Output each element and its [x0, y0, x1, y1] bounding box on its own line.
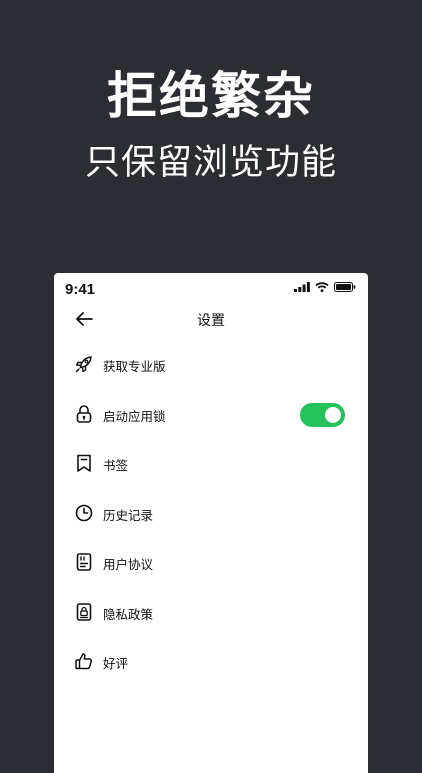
menu-item-bookmarks[interactable]: 书签 — [54, 440, 368, 490]
menu-item-label: 用户协议 — [103, 557, 154, 572]
status-bar: 9:41 — [54, 273, 368, 303]
thumbs-up-icon — [74, 651, 94, 671]
promo-subline: 只保留浏览功能 — [84, 143, 337, 183]
signal-icon — [294, 282, 310, 292]
status-icons — [294, 282, 356, 292]
page-title: 设置 — [197, 313, 225, 329]
menu-item-label: 启动应用锁 — [103, 408, 166, 424]
phone-screen: 9:41 设置 获取专业版 启动应用锁 书签 历史记录 用户协议 隐私政策 好评 — [54, 273, 368, 773]
privacy-lock-icon — [74, 602, 94, 622]
wifi-icon — [315, 282, 329, 292]
clock-icon — [74, 503, 94, 523]
menu-item-history[interactable]: 历史记录 — [54, 490, 368, 540]
menu-item-user-agreement[interactable]: 用户协议 — [54, 539, 368, 589]
rocket-icon — [74, 354, 94, 374]
lock-icon — [74, 404, 94, 424]
toggle-knob — [325, 406, 341, 423]
status-time: 9:41 — [65, 281, 96, 298]
promo-headline: 拒绝繁杂 — [107, 67, 315, 125]
nav-bar: 设置 — [54, 303, 368, 339]
menu-item-label: 书签 — [103, 458, 129, 473]
document-icon — [74, 552, 94, 572]
menu-item-label: 隐私政策 — [103, 606, 154, 622]
menu-item-pro[interactable]: 获取专业版 — [54, 341, 368, 391]
menu-item-label: 历史记录 — [103, 507, 154, 523]
settings-menu: 获取专业版 启动应用锁 书签 历史记录 用户协议 隐私政策 好评 — [54, 341, 368, 688]
menu-item-privacy-policy[interactable]: 隐私政策 — [54, 589, 368, 639]
menu-item-label: 获取专业版 — [103, 359, 166, 374]
menu-item-rate[interactable]: 好评 — [54, 638, 368, 688]
bookmark-icon — [74, 453, 94, 473]
battery-icon — [334, 282, 356, 292]
app-lock-toggle[interactable] — [300, 402, 345, 427]
menu-item-app-lock: 启动应用锁 — [54, 391, 368, 441]
menu-item-label: 好评 — [103, 656, 129, 671]
